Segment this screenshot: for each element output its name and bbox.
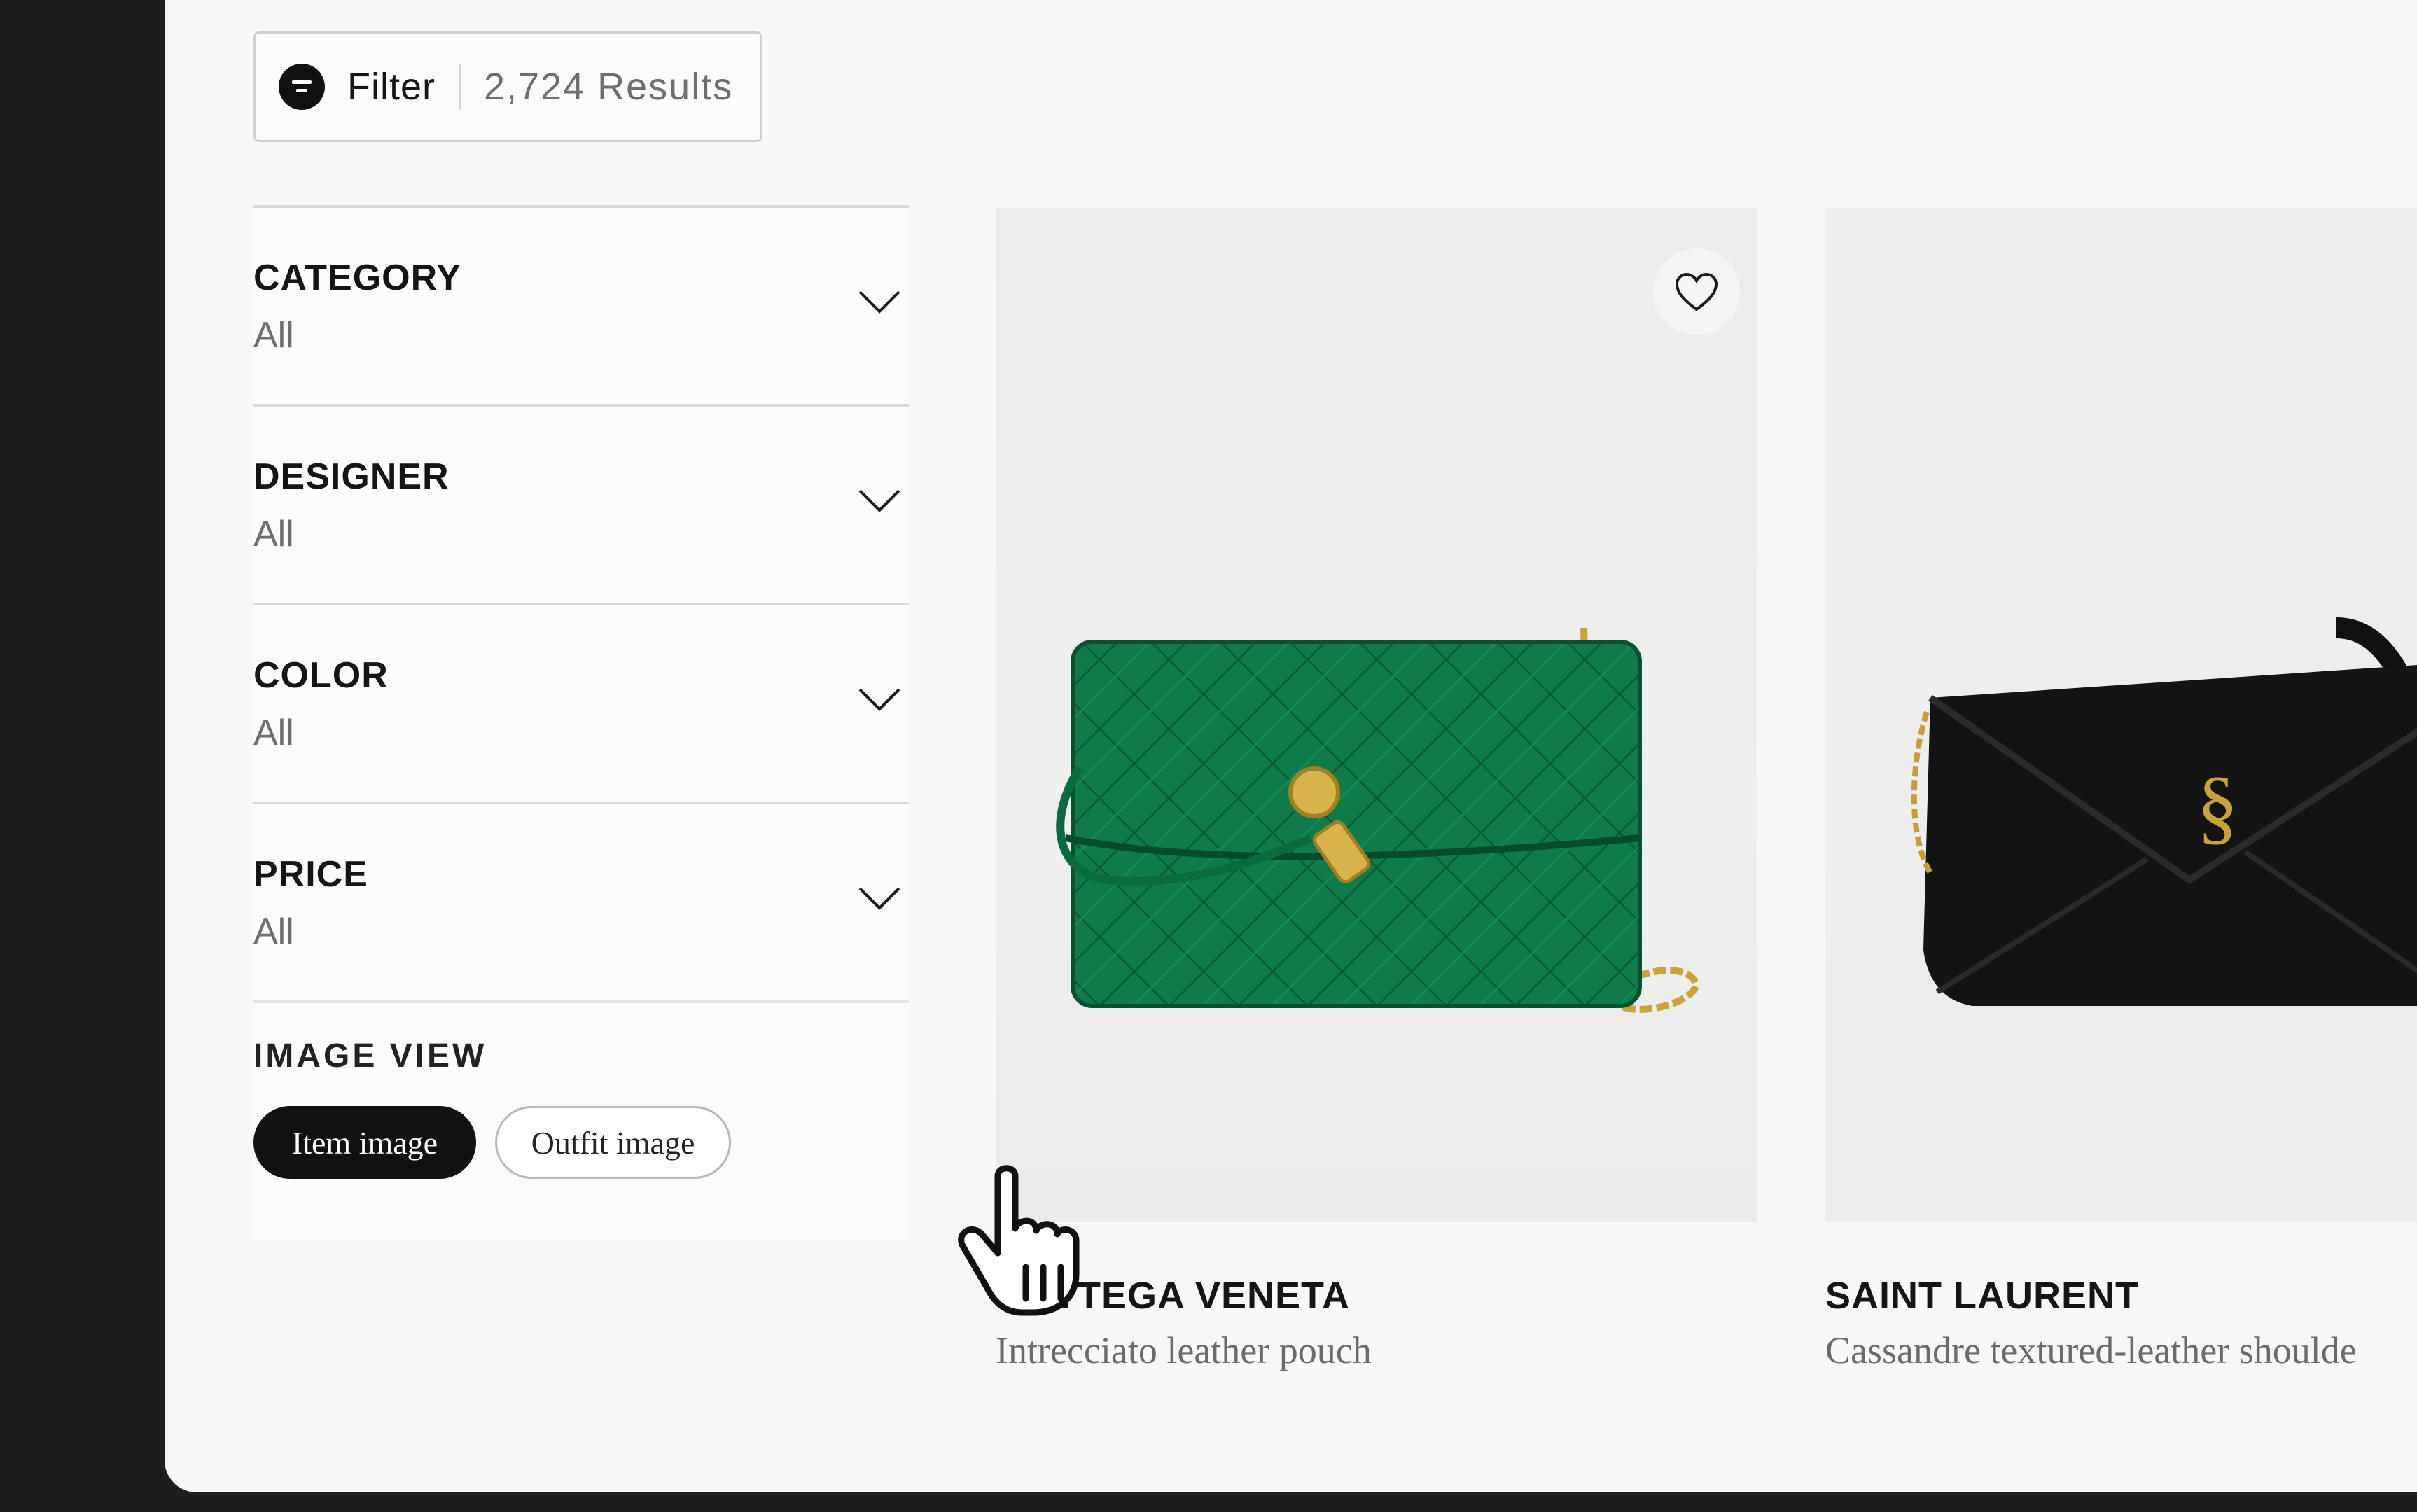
hand-pointer-cursor-icon (958, 1165, 1080, 1316)
chevron-down-icon[interactable] (857, 486, 902, 514)
black-envelope-bag-illustration: § (1911, 617, 2417, 1006)
facet-title: CATEGORY (253, 258, 461, 298)
product-image-bottega[interactable] (996, 208, 1757, 1222)
product-name[interactable]: Cassandre textured-leather shoulde (1825, 1329, 2357, 1372)
facet-color[interactable]: COLOR All (253, 603, 909, 802)
facet-value: All (253, 514, 294, 554)
chevron-down-icon[interactable] (857, 685, 902, 713)
product-name[interactable]: Intrecciato leather pouch (996, 1329, 1372, 1372)
product-brand[interactable]: SAINT LAURENT (1825, 1274, 2139, 1317)
svg-text:§: § (2196, 760, 2238, 853)
filter-label: Filter (347, 66, 436, 108)
app-window: Filter 2,724 Results CATEGORY All DESIGN… (165, 0, 2417, 1492)
facet-designer[interactable]: DESIGNER All (253, 404, 909, 603)
chevron-down-icon[interactable] (857, 884, 902, 912)
green-pouch-illustration (1056, 627, 1700, 1013)
image-view-title: IMAGE VIEW (253, 1037, 487, 1074)
facet-value: All (253, 315, 294, 356)
product-image-saint-laurent[interactable]: § (1825, 208, 2417, 1222)
chevron-down-icon[interactable] (857, 288, 902, 316)
image-view-section: IMAGE VIEW Item image Outfit image (253, 1000, 909, 1219)
facet-category[interactable]: CATEGORY All (253, 205, 909, 404)
facet-price[interactable]: PRICE All (253, 802, 909, 1000)
filter-button[interactable]: Filter 2,724 Results (253, 31, 762, 142)
item-image-toggle[interactable]: Item image (253, 1106, 476, 1179)
facet-title: COLOR (253, 655, 389, 696)
facet-title: DESIGNER (253, 456, 450, 497)
facet-value: All (253, 713, 294, 753)
results-count: 2,724 Results (484, 66, 734, 108)
filter-icon (279, 64, 325, 110)
divider (459, 64, 461, 110)
facet-value: All (253, 911, 294, 952)
filter-sidebar: CATEGORY All DESIGNER All COLOR All PRIC… (253, 205, 909, 1240)
outfit-image-toggle[interactable]: Outfit image (495, 1106, 731, 1179)
facet-title: PRICE (253, 854, 368, 895)
